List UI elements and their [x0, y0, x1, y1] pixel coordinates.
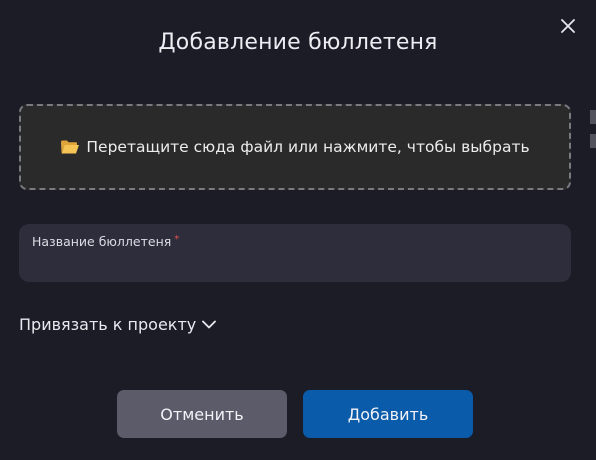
required-mark: *	[174, 234, 180, 245]
file-dropzone[interactable]: Перетащите сюда файл или нажмите, чтобы …	[19, 104, 571, 190]
chevron-down-icon	[202, 320, 217, 329]
bulletin-name-field[interactable]: Название бюллетеня *	[19, 224, 571, 282]
dialog-title: Добавление бюллетеня	[158, 30, 438, 55]
link-project-toggle[interactable]: Привязать к проекту	[19, 315, 217, 334]
background-edge	[590, 134, 596, 148]
cancel-button[interactable]: Отменить	[117, 390, 287, 438]
add-bulletin-dialog: Добавление бюллетеня Перетащите сюда фай…	[0, 0, 596, 460]
dropzone-label: Перетащите сюда файл или нажмите, чтобы …	[86, 138, 530, 156]
background-edge	[590, 110, 596, 124]
bulletin-name-input[interactable]	[32, 252, 558, 274]
field-label: Название бюллетеня *	[32, 234, 179, 249]
field-label-text: Название бюллетеня	[32, 234, 172, 249]
dropzone-content: Перетащите сюда файл или нажмите, чтобы …	[60, 138, 530, 156]
folder-open-icon	[60, 139, 80, 155]
link-project-label: Привязать к проекту	[19, 315, 197, 334]
add-button[interactable]: Добавить	[303, 390, 473, 438]
